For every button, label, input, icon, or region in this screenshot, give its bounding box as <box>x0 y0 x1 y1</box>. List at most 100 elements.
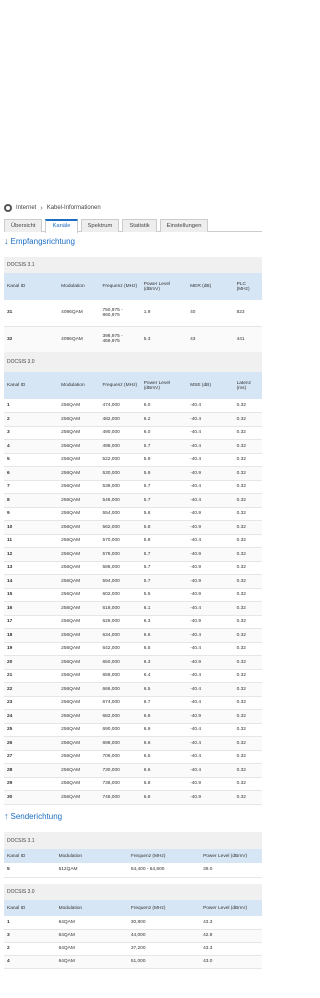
table-cell: 5.9 <box>140 466 188 481</box>
table-cell: 6.8 <box>140 790 188 805</box>
table-cell: 0.32 <box>233 399 262 413</box>
table-cell: 441 <box>233 326 262 353</box>
table-cell: -40.9 <box>187 615 234 629</box>
table-cell: 498,000 <box>99 439 141 454</box>
table-cell: 4 <box>4 955 56 969</box>
table-cell: 256QAM <box>58 439 100 454</box>
table-cell: -40.4 <box>187 763 234 778</box>
column-header: Latenz (ms) <box>236 380 251 391</box>
table-cell: 5.7 <box>140 574 188 589</box>
arrow-up-icon: ↑ <box>4 811 9 821</box>
table-cell: -40.4 <box>187 453 234 467</box>
table-cell: 9 <box>4 507 59 521</box>
table-cell: 256QAM <box>58 520 100 535</box>
table-header-row: Kanal ID Modulation Frequenz (MHz) Power Le… <box>4 372 262 399</box>
table-row: 28 256QAM 730,000 6.6 -40.4 0.32 <box>4 763 262 778</box>
table-cell: 43.3 <box>200 942 262 956</box>
table-cell: -40.9 <box>187 709 234 724</box>
table-cell: 51,000 <box>127 955 201 969</box>
table-cell: 22 <box>4 682 59 697</box>
downstream-docsis30-table: Kanal ID Modulation Frequenz (MHz) Power Le… <box>4 372 262 805</box>
tab-kanaele[interactable]: Kanäle <box>45 219 78 233</box>
table-row: 2 64QAM 37,200 43.3 <box>4 942 262 956</box>
downstream-docsis30-section: DOCSIS 3.0 Kanal ID Modulation Frequenz (M… <box>4 352 262 805</box>
table-cell: 40 <box>187 300 234 327</box>
table-cell: 256QAM <box>58 453 100 467</box>
table-row: 20 256QAM 650,000 6.3 -40.9 0.32 <box>4 655 262 670</box>
table-cell: 6.3 <box>140 615 188 629</box>
table-cell: 6.9 <box>140 723 188 737</box>
column-header: Frequenz (MHz) <box>102 383 138 388</box>
table-cell: 17 <box>4 615 59 629</box>
table-cell: -40.9 <box>187 466 234 481</box>
table-cell: -40.9 <box>187 588 234 602</box>
table-row: 26 256QAM 698,000 6.6 -40.4 0.32 <box>4 736 262 751</box>
table-cell: 0.32 <box>233 750 262 764</box>
table-cell: 10 <box>4 520 59 535</box>
table-cell: 64QAM <box>55 916 128 930</box>
table-row: 12 256QAM 578,000 5.7 -40.9 0.32 <box>4 547 262 562</box>
table-cell: 5.7 <box>140 480 188 494</box>
table-cell: 538,000 <box>99 480 141 494</box>
table-row: 23 256QAM 674,000 6.7 -40.4 0.32 <box>4 696 262 710</box>
table-cell: 6.1 <box>140 601 188 616</box>
table-cell: 5.7 <box>140 493 188 508</box>
table-cell: -40.9 <box>187 574 234 589</box>
table-cell: 27 <box>4 750 59 764</box>
table-cell: 256QAM <box>58 466 100 481</box>
table-cell: 256QAM <box>58 574 100 589</box>
table-cell: 570,000 <box>99 534 141 548</box>
table-cell: 6 <box>4 466 59 481</box>
table-cell: 6.8 <box>140 709 188 724</box>
breadcrumb-item-kabel-informationen[interactable]: Kabel-Informationen <box>47 205 101 211</box>
table-cell: -40.9 <box>187 520 234 535</box>
table-row: 3 256QAM 490,000 6.0 -40.4 0.32 <box>4 426 262 440</box>
table-cell: 5.6 <box>140 507 188 521</box>
table-row: 4 256QAM 498,000 5.7 -40.4 0.32 <box>4 439 262 454</box>
table-cell: 6.5 <box>140 750 188 764</box>
table-cell: 6.8 <box>140 777 188 791</box>
column-header: Power Level (dBmV) <box>143 380 171 391</box>
table-cell: -40.4 <box>187 493 234 508</box>
table-cell: -40.4 <box>187 439 234 454</box>
table-cell: 13 <box>4 561 59 575</box>
table-cell: 823 <box>233 300 262 327</box>
table-cell: 4096QAM <box>58 326 100 353</box>
table-row: 3 64QAM 44,000 42.8 <box>4 929 262 943</box>
column-header: Power Level (dBmV) <box>143 281 171 292</box>
upstream-docsis31-section: DOCSIS 3.1 Kanal ID Modulation Frequenz (M… <box>4 832 262 878</box>
tab-einstellungen[interactable]: Einstellungen <box>159 219 209 232</box>
table-cell: 256QAM <box>58 615 100 629</box>
table-cell: 0.32 <box>233 628 262 643</box>
table-cell: 30,800 <box>127 916 201 930</box>
table-cell: 23 <box>4 696 59 710</box>
column-header: Frequenz (MHz) <box>130 905 166 911</box>
column-header: Modulation <box>58 905 83 911</box>
table-cell: 7 <box>4 480 59 494</box>
table-cell: 562,000 <box>99 520 141 535</box>
table-cell: 20 <box>4 655 59 670</box>
table-cell: 5 <box>4 453 59 467</box>
table-row: 27 256QAM 706,000 6.5 -40.4 0.32 <box>4 750 262 764</box>
table-row: 7 256QAM 538,000 5.7 -40.4 0.32 <box>4 480 262 494</box>
table-cell: 256QAM <box>58 493 100 508</box>
table-cell: 42.8 <box>200 929 262 943</box>
table-cell: 2 <box>4 942 56 956</box>
table-cell: 37,200 <box>127 942 201 956</box>
table-cell: 666,000 <box>99 682 141 697</box>
column-header: Kanal ID <box>7 284 26 289</box>
table-cell: 256QAM <box>58 777 100 791</box>
tab-uebersicht[interactable]: Übersicht <box>4 219 43 232</box>
table-cell: 1 <box>4 399 59 413</box>
table-cell: 0.32 <box>233 696 262 710</box>
table-cell: 256QAM <box>58 642 100 656</box>
table-cell: 690,000 <box>99 723 141 737</box>
table-cell: 11 <box>4 534 59 548</box>
tab-spektrum[interactable]: Spektrum <box>80 219 120 232</box>
table-cell: 0.32 <box>233 655 262 670</box>
downstream-docsis31-section: DOCSIS 3.1 Kanal ID Modulation Frequenz (M… <box>4 257 262 353</box>
tab-statistik[interactable]: Statistik <box>122 219 157 232</box>
section-title: DOCSIS 3.0 <box>4 884 262 900</box>
breadcrumb-item-internet[interactable]: Internet <box>16 205 36 211</box>
table-cell: 54,400 - 64,800 <box>127 863 201 878</box>
